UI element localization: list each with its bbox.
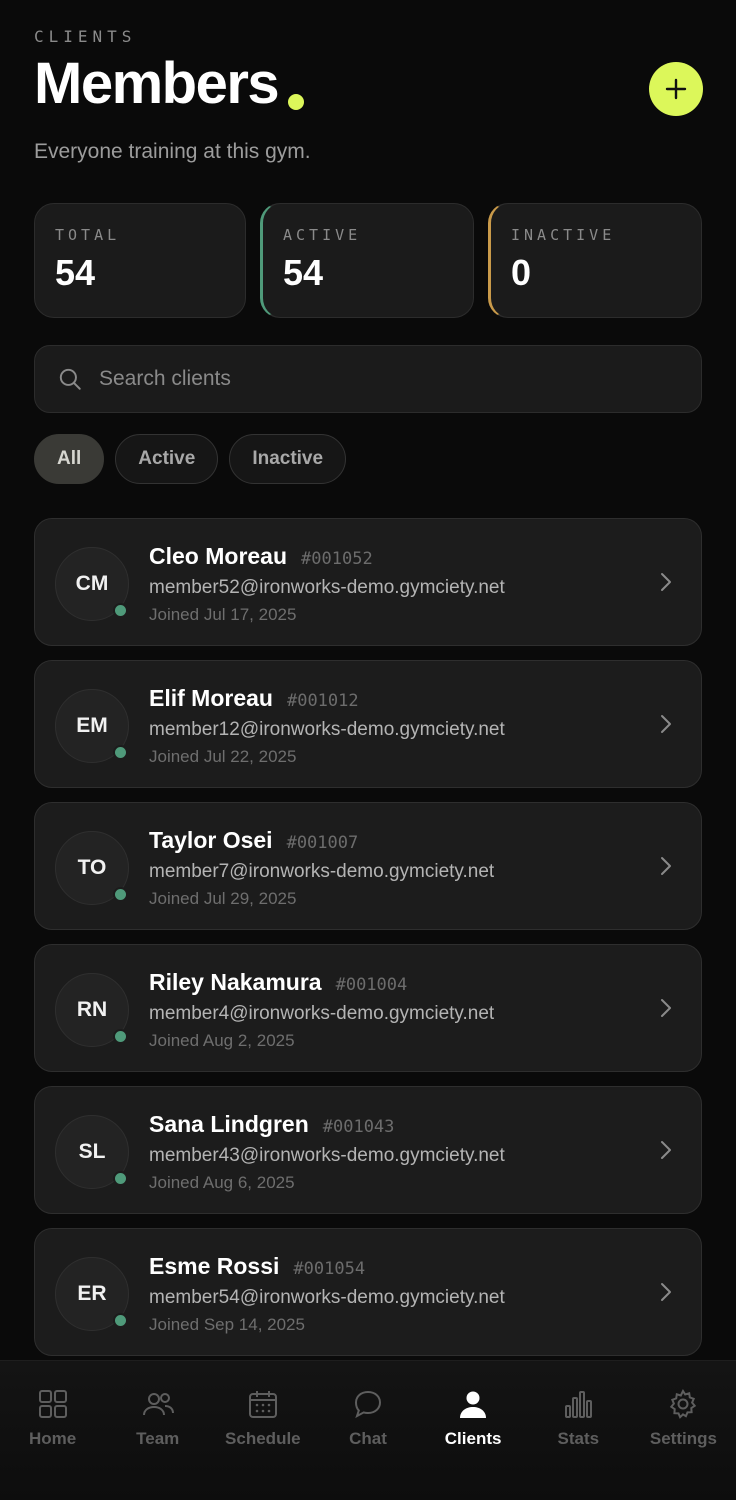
member-id: #001054 — [293, 1259, 366, 1279]
chat-icon — [351, 1387, 385, 1421]
stat-value: 54 — [283, 252, 324, 293]
active-status-dot — [113, 1029, 128, 1044]
member-name-row: Cleo Moreau #001052 — [149, 543, 373, 570]
stat-label: TOTAL — [55, 226, 121, 244]
active-status-dot — [113, 1313, 128, 1328]
tab-label: Chat — [349, 1429, 387, 1448]
member-id: #001004 — [335, 975, 408, 995]
member-email: member43@ironworks-demo.gymciety.net — [149, 1145, 505, 1166]
chevron-right-icon — [661, 999, 671, 1017]
member-id: #001043 — [322, 1117, 395, 1137]
active-status-dot — [113, 887, 128, 902]
member-card[interactable]: CM Cleo Moreau #001052 member52@ironwork… — [34, 518, 702, 646]
active-status-dot — [113, 603, 128, 618]
filter-inactive[interactable]: Inactive — [229, 434, 347, 484]
chevron-right-icon — [661, 573, 671, 591]
chevron-right-icon — [661, 715, 671, 733]
member-list: CM Cleo Moreau #001052 member52@ironwork… — [34, 518, 702, 1370]
user-icon — [456, 1387, 490, 1421]
tab-chat[interactable]: Chat — [315, 1361, 420, 1500]
chevron-right-icon — [661, 1283, 671, 1301]
filter-active[interactable]: Active — [115, 434, 219, 484]
active-status-dot — [113, 1171, 128, 1186]
tab-label: Settings — [649, 1429, 717, 1448]
member-email: member4@ironworks-demo.gymciety.net — [149, 1003, 495, 1024]
member-joined-date: Joined Aug 2, 2025 — [149, 1031, 295, 1050]
member-email: member54@ironworks-demo.gymciety.net — [149, 1287, 505, 1308]
member-email: member52@ironworks-demo.gymciety.net — [149, 577, 505, 598]
add-member-button[interactable] — [649, 62, 703, 116]
tab-label: Clients — [444, 1429, 502, 1448]
title-accent-dot — [288, 94, 305, 110]
filter-all[interactable]: All — [34, 434, 105, 484]
member-card[interactable]: ER Esme Rossi #001054 member54@ironworks… — [34, 1228, 702, 1356]
member-name-row: Taylor Osei #001007 — [149, 827, 358, 854]
tab-home[interactable]: Home — [0, 1361, 105, 1500]
member-name-row: Elif Moreau #001012 — [149, 685, 359, 712]
page-eyebrow: CLIENTS — [34, 27, 137, 46]
stat-total: TOTAL 54 — [34, 203, 246, 318]
member-name-row: Riley Nakamura #001004 — [149, 969, 407, 996]
member-card[interactable]: RN Riley Nakamura #001004 member4@ironwo… — [34, 944, 702, 1072]
member-card[interactable]: EM Elif Moreau #001012 member12@ironwork… — [34, 660, 702, 788]
member-name: Cleo Moreau — [149, 543, 288, 569]
gear-icon — [666, 1387, 700, 1421]
tab-label: Home — [28, 1429, 77, 1448]
title-row: Members — [34, 51, 305, 116]
tab-clients[interactable]: Clients — [421, 1361, 526, 1500]
stat-inactive: INACTIVE 0 — [488, 203, 702, 318]
plus-icon — [665, 78, 687, 100]
member-name: Taylor Osei — [149, 827, 273, 853]
tab-stats[interactable]: Stats — [526, 1361, 631, 1500]
member-email: member12@ironworks-demo.gymciety.net — [149, 719, 505, 740]
page-title: Members — [34, 51, 280, 116]
calendar-icon — [246, 1387, 280, 1421]
search-icon — [59, 368, 81, 390]
member-id: #001007 — [286, 833, 359, 853]
tab-label: Team — [136, 1429, 180, 1448]
stat-active: ACTIVE 54 — [260, 203, 474, 318]
member-id: #001012 — [286, 691, 359, 711]
bottom-tab-bar: Home Team Schedule Chat Clients Stats Se… — [0, 1360, 736, 1500]
team-icon — [141, 1387, 175, 1421]
stat-label: INACTIVE — [511, 226, 616, 244]
stat-value: 54 — [55, 252, 96, 293]
member-name: Esme Rossi — [149, 1253, 280, 1279]
tab-settings[interactable]: Settings — [631, 1361, 736, 1500]
stat-value: 0 — [511, 252, 532, 293]
member-card[interactable]: TO Taylor Osei #001007 member7@ironworks… — [34, 802, 702, 930]
tab-label: Stats — [557, 1429, 600, 1448]
member-name-row: Sana Lindgren #001043 — [149, 1111, 394, 1138]
member-joined-date: Joined Jul 22, 2025 — [149, 747, 297, 766]
tab-schedule[interactable]: Schedule — [210, 1361, 315, 1500]
member-name-row: Esme Rossi #001054 — [149, 1253, 365, 1280]
search-bar[interactable] — [34, 345, 702, 413]
search-input[interactable] — [99, 367, 659, 391]
page-subtitle: Everyone training at this gym. — [34, 140, 311, 163]
stats-row: TOTAL 54 ACTIVE 54 INACTIVE 0 — [34, 203, 702, 318]
member-joined-date: Joined Jul 17, 2025 — [149, 605, 297, 624]
member-joined-date: Joined Jul 29, 2025 — [149, 889, 297, 908]
filter-chips: All Active Inactive — [34, 434, 347, 484]
tab-label: Schedule — [225, 1429, 301, 1448]
active-status-dot — [113, 745, 128, 760]
member-joined-date: Joined Sep 14, 2025 — [149, 1315, 305, 1334]
chevron-right-icon — [661, 1141, 671, 1159]
member-id: #001052 — [301, 549, 373, 569]
member-email: member7@ironworks-demo.gymciety.net — [149, 861, 495, 882]
member-name: Riley Nakamura — [149, 969, 322, 995]
member-card[interactable]: SL Sana Lindgren #001043 member43@ironwo… — [34, 1086, 702, 1214]
bar-chart-icon — [561, 1387, 595, 1421]
member-name: Elif Moreau — [149, 685, 273, 711]
stat-label: ACTIVE — [283, 226, 362, 244]
grid-icon — [36, 1387, 70, 1421]
member-joined-date: Joined Aug 6, 2025 — [149, 1173, 295, 1192]
member-name: Sana Lindgren — [149, 1111, 309, 1137]
tab-team[interactable]: Team — [105, 1361, 210, 1500]
chevron-right-icon — [661, 857, 671, 875]
